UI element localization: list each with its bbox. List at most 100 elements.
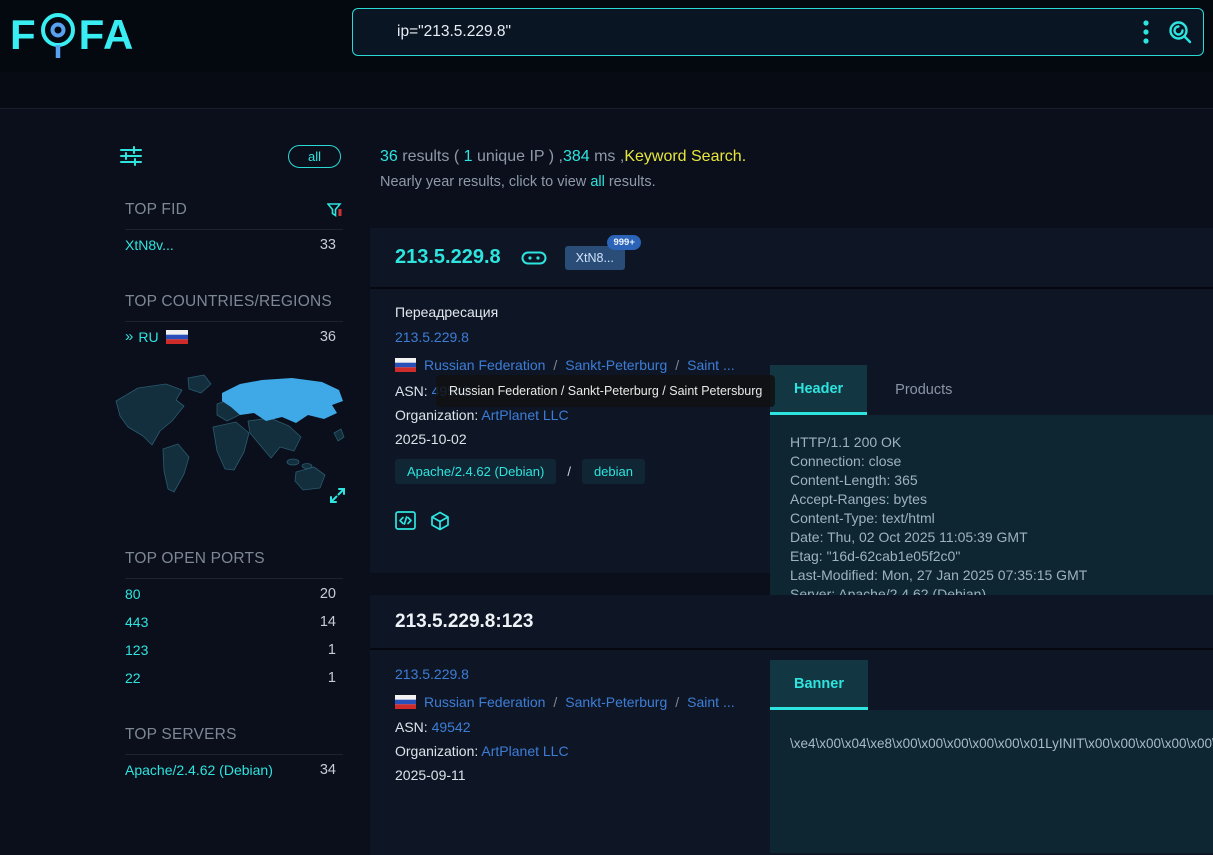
- tab-banner[interactable]: Banner: [770, 660, 868, 710]
- unique-ip-count: 1: [464, 148, 473, 165]
- results-note: Nearly year results, click to view all r…: [380, 174, 656, 190]
- result-card-2-header: 213.5.229.8:123: [370, 595, 1213, 650]
- result-card-1: 213.5.229.8 XtN8... 999+ Переадресация 2…: [370, 228, 1213, 573]
- port-count: 14: [320, 614, 336, 630]
- org-link[interactable]: ArtPlanet LLC: [481, 743, 568, 759]
- keyword-search-label: Keyword Search.: [624, 148, 746, 165]
- port-row: 80 20: [125, 586, 336, 602]
- result-card-2-body: 213.5.229.8 Russian Federation / Sankt-P…: [370, 650, 1213, 853]
- redirect-label: Переадресация: [395, 304, 498, 320]
- expand-map-icon[interactable]: [329, 487, 346, 509]
- view-all-link[interactable]: all: [590, 174, 605, 190]
- http-header-line: Last-Modified: Mon, 27 Jan 2025 07:35:15…: [790, 566, 1193, 585]
- location-row: Russian Federation / Sankt-Peterburg / S…: [395, 694, 735, 710]
- fofa-logo[interactable]: F FA: [10, 9, 134, 61]
- country-link[interactable]: RU: [138, 329, 158, 345]
- code-snippet-icon[interactable]: [395, 511, 416, 531]
- fid-link[interactable]: XtN8v...: [125, 237, 174, 253]
- kebab-menu-icon[interactable]: [1129, 15, 1163, 49]
- russia-flag-icon: [166, 330, 188, 344]
- funnel-filter-icon[interactable]: [327, 202, 343, 218]
- result-ip-title[interactable]: 213.5.229.8: [395, 246, 501, 269]
- country-count: 36: [320, 329, 336, 345]
- link-icon[interactable]: [521, 250, 547, 266]
- banner-panel: \xe4\x00\x04\xe8\x00\x00\x00\x00\x00\x01…: [770, 710, 1213, 853]
- org-row: Organization: ArtPlanet LLC: [395, 407, 569, 423]
- scan-date: 2025-10-02: [395, 431, 467, 447]
- org-link[interactable]: ArtPlanet LLC: [481, 407, 568, 423]
- map-russia-region: [222, 378, 343, 423]
- logo-o-icon: [38, 9, 78, 61]
- search-icon[interactable]: [1163, 15, 1197, 49]
- country-link[interactable]: Russian Federation: [424, 694, 545, 710]
- country-link[interactable]: Russian Federation: [424, 357, 545, 373]
- fid-badge-count: 999+: [607, 235, 640, 250]
- fid-badge[interactable]: XtN8... 999+: [565, 246, 625, 270]
- server-link[interactable]: Apache/2.4.62 (Debian): [125, 762, 273, 778]
- region-link[interactable]: Sankt-Peterburg: [565, 357, 667, 373]
- port-count: 1: [328, 670, 336, 686]
- banner-text: \xe4\x00\x04\xe8\x00\x00\x00\x00\x00\x01…: [790, 736, 1193, 751]
- city-link[interactable]: Saint ...: [687, 694, 734, 710]
- port-link[interactable]: 22: [125, 670, 141, 686]
- http-header-line: Connection: close: [790, 452, 1193, 471]
- results-summary: 36 results ( 1 unique IP ) ,384 ms ,Keyw…: [380, 148, 746, 166]
- port-link[interactable]: 80: [125, 586, 141, 602]
- top-servers-section-header: TOP SERVERS: [125, 726, 343, 755]
- http-header-line: Date: Thu, 02 Oct 2025 11:05:39 GMT: [790, 528, 1193, 547]
- query-time-ms: 384: [563, 148, 590, 165]
- server-row: Apache/2.4.62 (Debian) 34: [125, 762, 336, 778]
- fid-row: XtN8v... 33: [125, 237, 336, 253]
- http-header-panel: HTTP/1.1 200 OK Connection: close Conten…: [770, 415, 1213, 617]
- port-link[interactable]: 123: [125, 642, 148, 658]
- port-count: 1: [328, 642, 336, 658]
- port-link[interactable]: 443: [125, 614, 148, 630]
- top-ports-title: TOP OPEN PORTS: [125, 550, 265, 568]
- tab-header[interactable]: Header: [770, 365, 867, 415]
- top-navbar: F FA: [0, 0, 1213, 72]
- detail-tabs-area: Banner \xe4\x00\x04\xe8\x00\x00\x00\x00\…: [770, 660, 1213, 853]
- asn-link[interactable]: 49542: [432, 719, 471, 735]
- port-row: 22 1: [125, 670, 336, 686]
- result-card-1-body: Переадресация 213.5.229.8 Russian Federa…: [370, 289, 1213, 571]
- port-count: 20: [320, 586, 336, 602]
- top-servers-title: TOP SERVERS: [125, 726, 237, 744]
- search-input[interactable]: [353, 23, 1129, 41]
- http-header-line: Etag: "16d-62cab1e05f2c0": [790, 547, 1193, 566]
- filter-sliders-icon[interactable]: [119, 144, 143, 168]
- world-map: [110, 371, 350, 515]
- all-filter-button[interactable]: all: [288, 145, 341, 168]
- top-countries-title: TOP COUNTRIES/REGIONS: [125, 293, 332, 311]
- top-ports-section-header: TOP OPEN PORTS: [125, 550, 343, 579]
- os-tag[interactable]: debian: [582, 459, 645, 484]
- detail-tabs: Banner: [770, 660, 1213, 710]
- double-chevron-icon[interactable]: »: [125, 328, 131, 345]
- logo-text-fa: FA: [79, 14, 135, 56]
- region-link[interactable]: Sankt-Peterburg: [565, 694, 667, 710]
- org-row: Organization: ArtPlanet LLC: [395, 743, 569, 759]
- sub-header-band: [0, 72, 1213, 109]
- action-icons: [395, 511, 450, 531]
- russia-flag-icon: [395, 695, 416, 709]
- location-row: Russian Federation / Sankt-Peterburg / S…: [395, 357, 735, 373]
- russia-flag-icon: [395, 358, 416, 372]
- detail-tabs: Header Products: [770, 365, 1213, 415]
- port-row: 443 14: [125, 614, 336, 630]
- result-ip-link[interactable]: 213.5.229.8: [395, 666, 469, 682]
- server-tag[interactable]: Apache/2.4.62 (Debian): [395, 459, 556, 484]
- asn-row: ASN: 49542: [395, 719, 471, 735]
- detail-tabs-area: Header Products HTTP/1.1 200 OK Connecti…: [770, 365, 1213, 617]
- result-ip-port-title: 213.5.229.8:123: [395, 611, 533, 633]
- server-count: 34: [320, 762, 336, 778]
- cube-icon[interactable]: [430, 511, 450, 531]
- fid-count: 33: [320, 237, 336, 253]
- result-ip-link[interactable]: 213.5.229.8: [395, 329, 469, 345]
- country-row: » RU 36: [125, 328, 336, 345]
- port-row: 123 1: [125, 642, 336, 658]
- http-header-line: HTTP/1.1 200 OK: [790, 433, 1193, 452]
- scan-date: 2025-09-11: [395, 767, 466, 783]
- city-link[interactable]: Saint ...: [687, 357, 734, 373]
- tab-products[interactable]: Products: [867, 365, 980, 415]
- logo-text-f: F: [10, 14, 37, 56]
- http-header-line: Content-Length: 365: [790, 471, 1193, 490]
